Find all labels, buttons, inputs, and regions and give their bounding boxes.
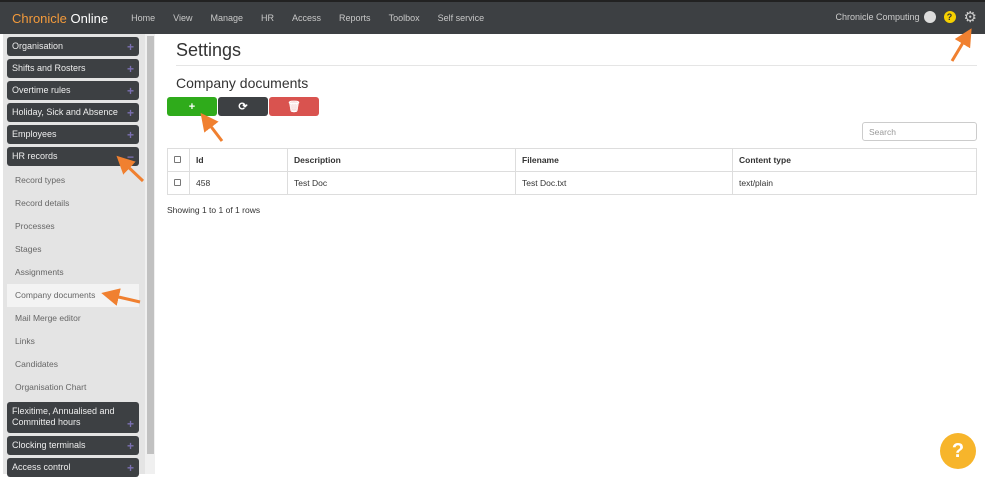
plus-icon: + — [126, 40, 134, 54]
top-navbar: Chronicle Online Home View Manage HR Access R… — [0, 0, 985, 34]
nav-access[interactable]: Access — [292, 13, 321, 23]
avatar-icon — [923, 11, 936, 23]
sidebar-section[interactable]: Organisation + — [7, 37, 139, 56]
add-button[interactable]: + — [167, 97, 217, 116]
table-row[interactable]: 458 Test Doc Test Doc.txt text/plain — [167, 171, 977, 195]
minus-icon: − — [126, 150, 134, 164]
sidebar-section[interactable]: Clocking terminals + — [7, 436, 139, 455]
sidebar-item[interactable]: Links — [3, 330, 139, 353]
plus-icon: + — [126, 106, 134, 120]
sidebar-item[interactable]: Stages — [3, 238, 139, 261]
cell-filename: Test Doc.txt — [515, 171, 733, 195]
main-nav: Home View Manage HR Access Reports Toolbox Self… — [122, 13, 493, 23]
plus-icon: + — [126, 461, 134, 475]
trash-icon: 🗑 — [287, 101, 301, 113]
sidebar-item[interactable]: Organisation Chart — [3, 376, 139, 399]
sidebar: Organisation + Shifts and Rosters + Overtime… — [3, 34, 145, 477]
help-icon[interactable]: ? — [943, 11, 956, 23]
sidebar-item[interactable]: Record details — [3, 192, 139, 215]
col-content-type[interactable]: Content type — [732, 148, 977, 172]
sidebar-section[interactable]: Overtime rules + — [7, 81, 139, 100]
brand-logo[interactable]: Chronicle Online — [12, 11, 108, 26]
arrow-annotation — [200, 112, 224, 142]
sidebar-item[interactable]: Assignments — [3, 261, 139, 284]
pagination-info: Showing 1 to 1 of 1 rows — [167, 205, 261, 215]
search-input[interactable]: Search — [862, 122, 977, 141]
col-id[interactable]: Id — [189, 148, 288, 172]
sidebar-section[interactable]: Access control + — [7, 458, 139, 477]
row-checkbox[interactable] — [174, 179, 181, 186]
plus-icon: + — [126, 439, 134, 453]
sidebar-item[interactable]: Mail Merge editor — [3, 307, 139, 330]
nav-reports[interactable]: Reports — [339, 13, 371, 23]
nav-hr[interactable]: HR — [261, 13, 274, 23]
nav-manage[interactable]: Manage — [211, 13, 244, 23]
section-title: Company documents — [176, 75, 309, 91]
nav-self-service[interactable]: Self service — [438, 13, 485, 23]
documents-table: Id Description Filename Content type 458… — [167, 148, 977, 195]
plus-icon: + — [126, 417, 134, 431]
delete-button[interactable]: 🗑 — [269, 97, 319, 116]
help-fab-button[interactable]: ? — [940, 433, 976, 469]
sidebar-scrollbar[interactable] — [145, 34, 155, 474]
col-filename[interactable]: Filename — [515, 148, 733, 172]
nav-toolbox[interactable]: Toolbox — [389, 13, 420, 23]
sidebar-section[interactable]: Holiday, Sick and Absence + — [7, 103, 139, 122]
main-content: Settings Company documents + ⟳ 🗑 Search … — [167, 34, 977, 215]
plus-icon: + — [126, 84, 134, 98]
cell-description: Test Doc — [287, 171, 516, 195]
nav-home[interactable]: Home — [131, 13, 155, 23]
select-all-checkbox[interactable] — [174, 156, 181, 163]
cell-content-type: text/plain — [732, 171, 977, 195]
sidebar-section[interactable]: HR records − — [7, 147, 139, 166]
table-header-row: Id Description Filename Content type — [167, 148, 977, 172]
gear-icon[interactable]: ⚙ — [964, 8, 977, 26]
col-description[interactable]: Description — [287, 148, 516, 172]
sidebar-item[interactable]: Processes — [3, 215, 139, 238]
page-title: Settings — [176, 40, 977, 66]
plus-icon: + — [126, 62, 134, 76]
scrollbar-thumb[interactable] — [147, 36, 154, 454]
sidebar-item[interactable]: Candidates — [3, 353, 139, 376]
sidebar-section[interactable]: Shifts and Rosters + — [7, 59, 139, 78]
sidebar-section[interactable]: Flexitime, Annualised and Committed hour… — [7, 402, 139, 433]
cell-id: 458 — [189, 171, 288, 195]
user-menu[interactable]: Chronicle Computing — [836, 11, 936, 23]
nav-view[interactable]: View — [173, 13, 192, 23]
refresh-icon: ⟳ — [238, 101, 248, 113]
sidebar-item[interactable]: Record types — [3, 169, 139, 192]
sidebar-section[interactable]: Employees + — [7, 125, 139, 144]
refresh-button[interactable]: ⟳ — [218, 97, 268, 116]
plus-icon: + — [126, 128, 134, 142]
sidebar-item[interactable]: Company documents — [7, 284, 139, 307]
